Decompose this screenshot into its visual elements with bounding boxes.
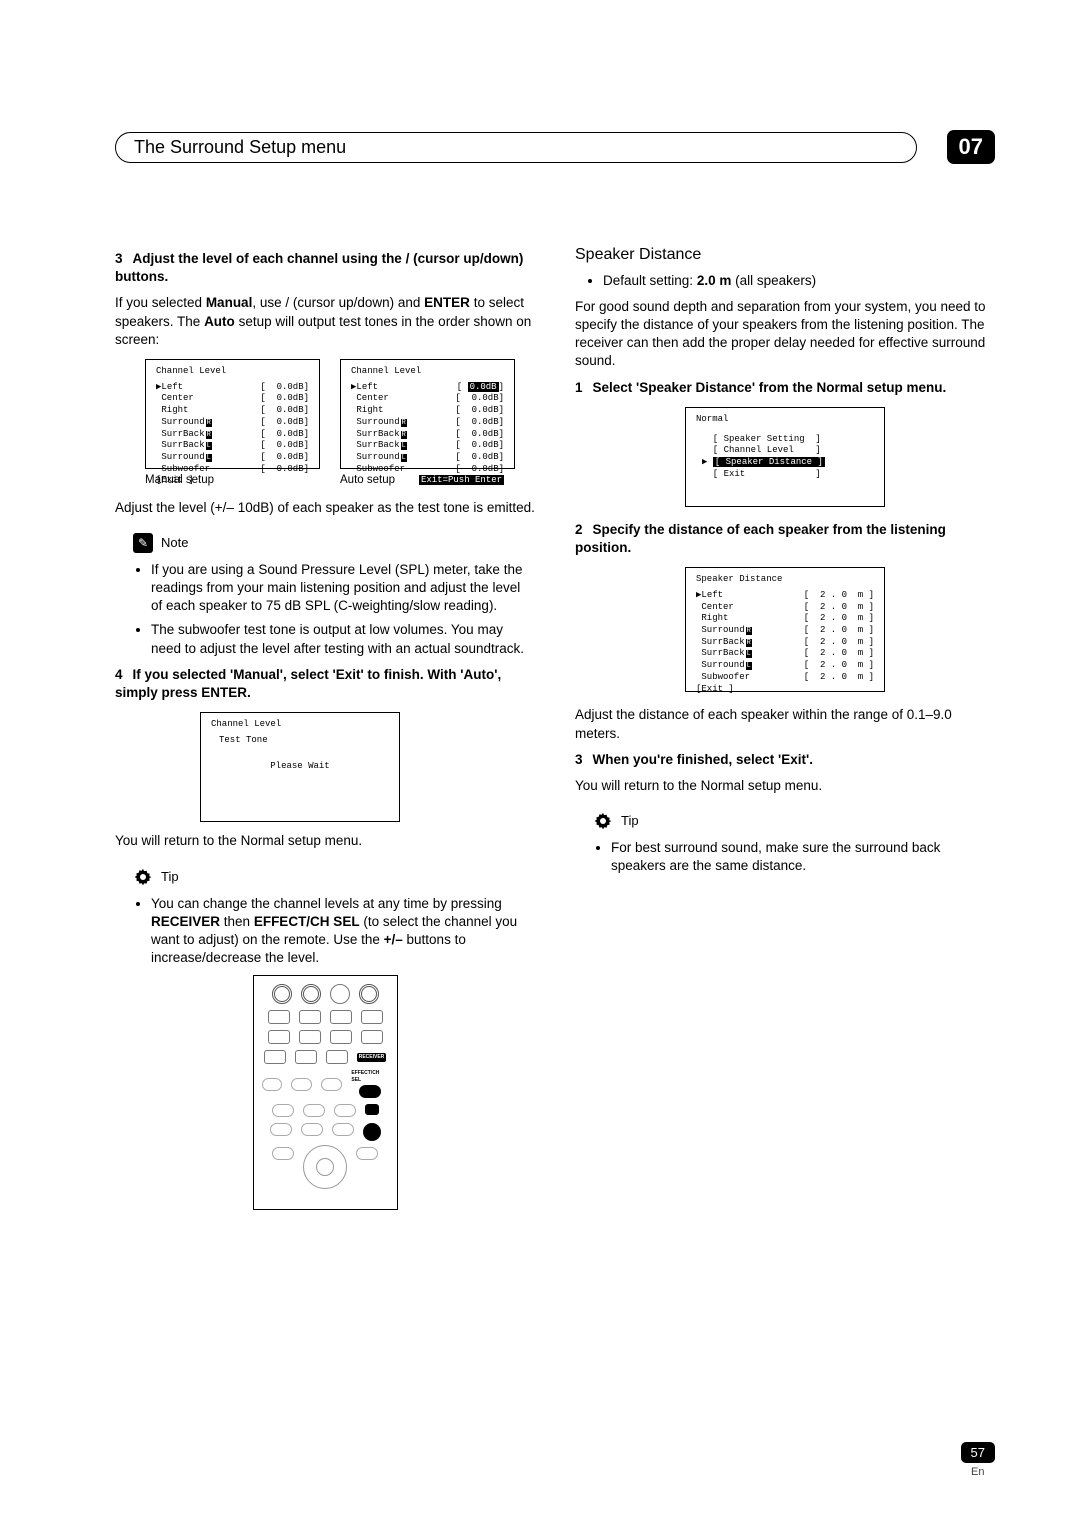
distance-range: Adjust the distance of each speaker with… bbox=[575, 706, 995, 742]
osd-please-wait: Channel Level Test Tone Please Wait bbox=[200, 712, 400, 822]
pencil-icon: ✎ bbox=[133, 533, 153, 553]
remote-button bbox=[268, 1010, 290, 1024]
return-text: You will return to the Normal setup menu… bbox=[115, 832, 535, 850]
remote-diagram: RECEIVER EFFECT/CH SEL bbox=[253, 975, 398, 1210]
remote-button bbox=[326, 1050, 348, 1064]
r-tip-list: For best surround sound, make sure the s… bbox=[575, 839, 995, 875]
r-return-text: You will return to the Normal setup menu… bbox=[575, 777, 995, 795]
remote-button bbox=[334, 1104, 356, 1117]
page-footer: 57 En bbox=[961, 1442, 995, 1478]
remote-button bbox=[361, 1030, 383, 1044]
minus-button bbox=[363, 1123, 381, 1141]
remote-button bbox=[330, 1030, 352, 1044]
default-setting: Default setting: 2.0 m (all speakers) bbox=[603, 272, 995, 290]
page-language: En bbox=[961, 1466, 995, 1478]
osd-auto: Channel Level ▶Left[ 0.0dB] Center[ 0.0d… bbox=[340, 359, 515, 469]
plus-button bbox=[365, 1104, 379, 1115]
osd-channel-level-pair: Channel Level ▶Left[ 0.0dB] Center[ 0.0d… bbox=[145, 359, 535, 469]
remote-button bbox=[356, 1147, 378, 1160]
page-number: 57 bbox=[961, 1442, 995, 1463]
page-header: The Surround Setup menu 07 bbox=[115, 130, 995, 164]
remote-button bbox=[268, 1030, 290, 1044]
speaker-distance-intro: For good sound depth and separation from… bbox=[575, 298, 995, 371]
tip-list-left: You can change the channel levels at any… bbox=[115, 895, 535, 968]
remote-button bbox=[291, 1078, 312, 1091]
remote-button bbox=[270, 1123, 292, 1136]
remote-button bbox=[330, 984, 350, 1004]
r-step-3-heading: 3When you're finished, select 'Exit'. bbox=[575, 751, 995, 769]
section-speaker-distance: Speaker Distance bbox=[575, 244, 995, 266]
note-heading: ✎ Note bbox=[133, 533, 535, 553]
note-list: If you are using a Sound Pressure Level … bbox=[115, 561, 535, 658]
remote-button bbox=[359, 984, 379, 1004]
receiver-label: RECEIVER bbox=[357, 1053, 387, 1062]
remote-button bbox=[262, 1078, 283, 1091]
remote-button bbox=[299, 1010, 321, 1024]
step-3-body: If you selected Manual, use / (cursor up… bbox=[115, 294, 535, 349]
remote-button bbox=[330, 1010, 352, 1024]
left-column: 3Adjust the level of each channel using … bbox=[115, 244, 535, 1210]
effect-button bbox=[359, 1085, 381, 1098]
osd-manual: Channel Level ▶Left[ 0.0dB] Center[ 0.0d… bbox=[145, 359, 320, 469]
remote-button bbox=[332, 1123, 354, 1136]
dpad-icon bbox=[303, 1145, 347, 1189]
right-column: Speaker Distance Default setting: 2.0 m … bbox=[575, 244, 995, 1210]
remote-button bbox=[299, 1030, 321, 1044]
remote-button bbox=[361, 1010, 383, 1024]
remote-button bbox=[272, 1104, 294, 1117]
remote-button bbox=[321, 1078, 342, 1091]
remote-button bbox=[264, 1050, 286, 1064]
gear-icon bbox=[133, 867, 153, 887]
remote-button bbox=[272, 1147, 294, 1160]
remote-button bbox=[303, 1104, 325, 1117]
remote-button bbox=[301, 984, 321, 1004]
effect-label: EFFECT/CH SEL bbox=[351, 1070, 388, 1084]
remote-button bbox=[272, 984, 292, 1004]
remote-button bbox=[301, 1123, 323, 1136]
step-3-heading: 3Adjust the level of each channel using … bbox=[115, 250, 535, 286]
tip-heading: Tip bbox=[133, 867, 535, 887]
osd-normal-menu: Normal [ Speaker Setting ] [ Channel Lev… bbox=[685, 407, 885, 507]
r-step-2-heading: 2Specify the distance of each speaker fr… bbox=[575, 521, 995, 557]
r-tip-heading: Tip bbox=[593, 811, 995, 831]
remote-button bbox=[295, 1050, 317, 1064]
r-step-1-heading: 1Select 'Speaker Distance' from the Norm… bbox=[575, 379, 995, 397]
gear-icon bbox=[593, 811, 613, 831]
osd-speaker-distance: Speaker Distance ▶Left[ 2 . 0 m ] Center… bbox=[685, 567, 885, 692]
chapter-badge: 07 bbox=[947, 130, 995, 164]
step-4-heading: 4If you selected 'Manual', select 'Exit'… bbox=[115, 666, 535, 702]
adjust-level-text: Adjust the level (+/– 10dB) of each spea… bbox=[115, 499, 535, 517]
page-title: The Surround Setup menu bbox=[115, 132, 917, 163]
